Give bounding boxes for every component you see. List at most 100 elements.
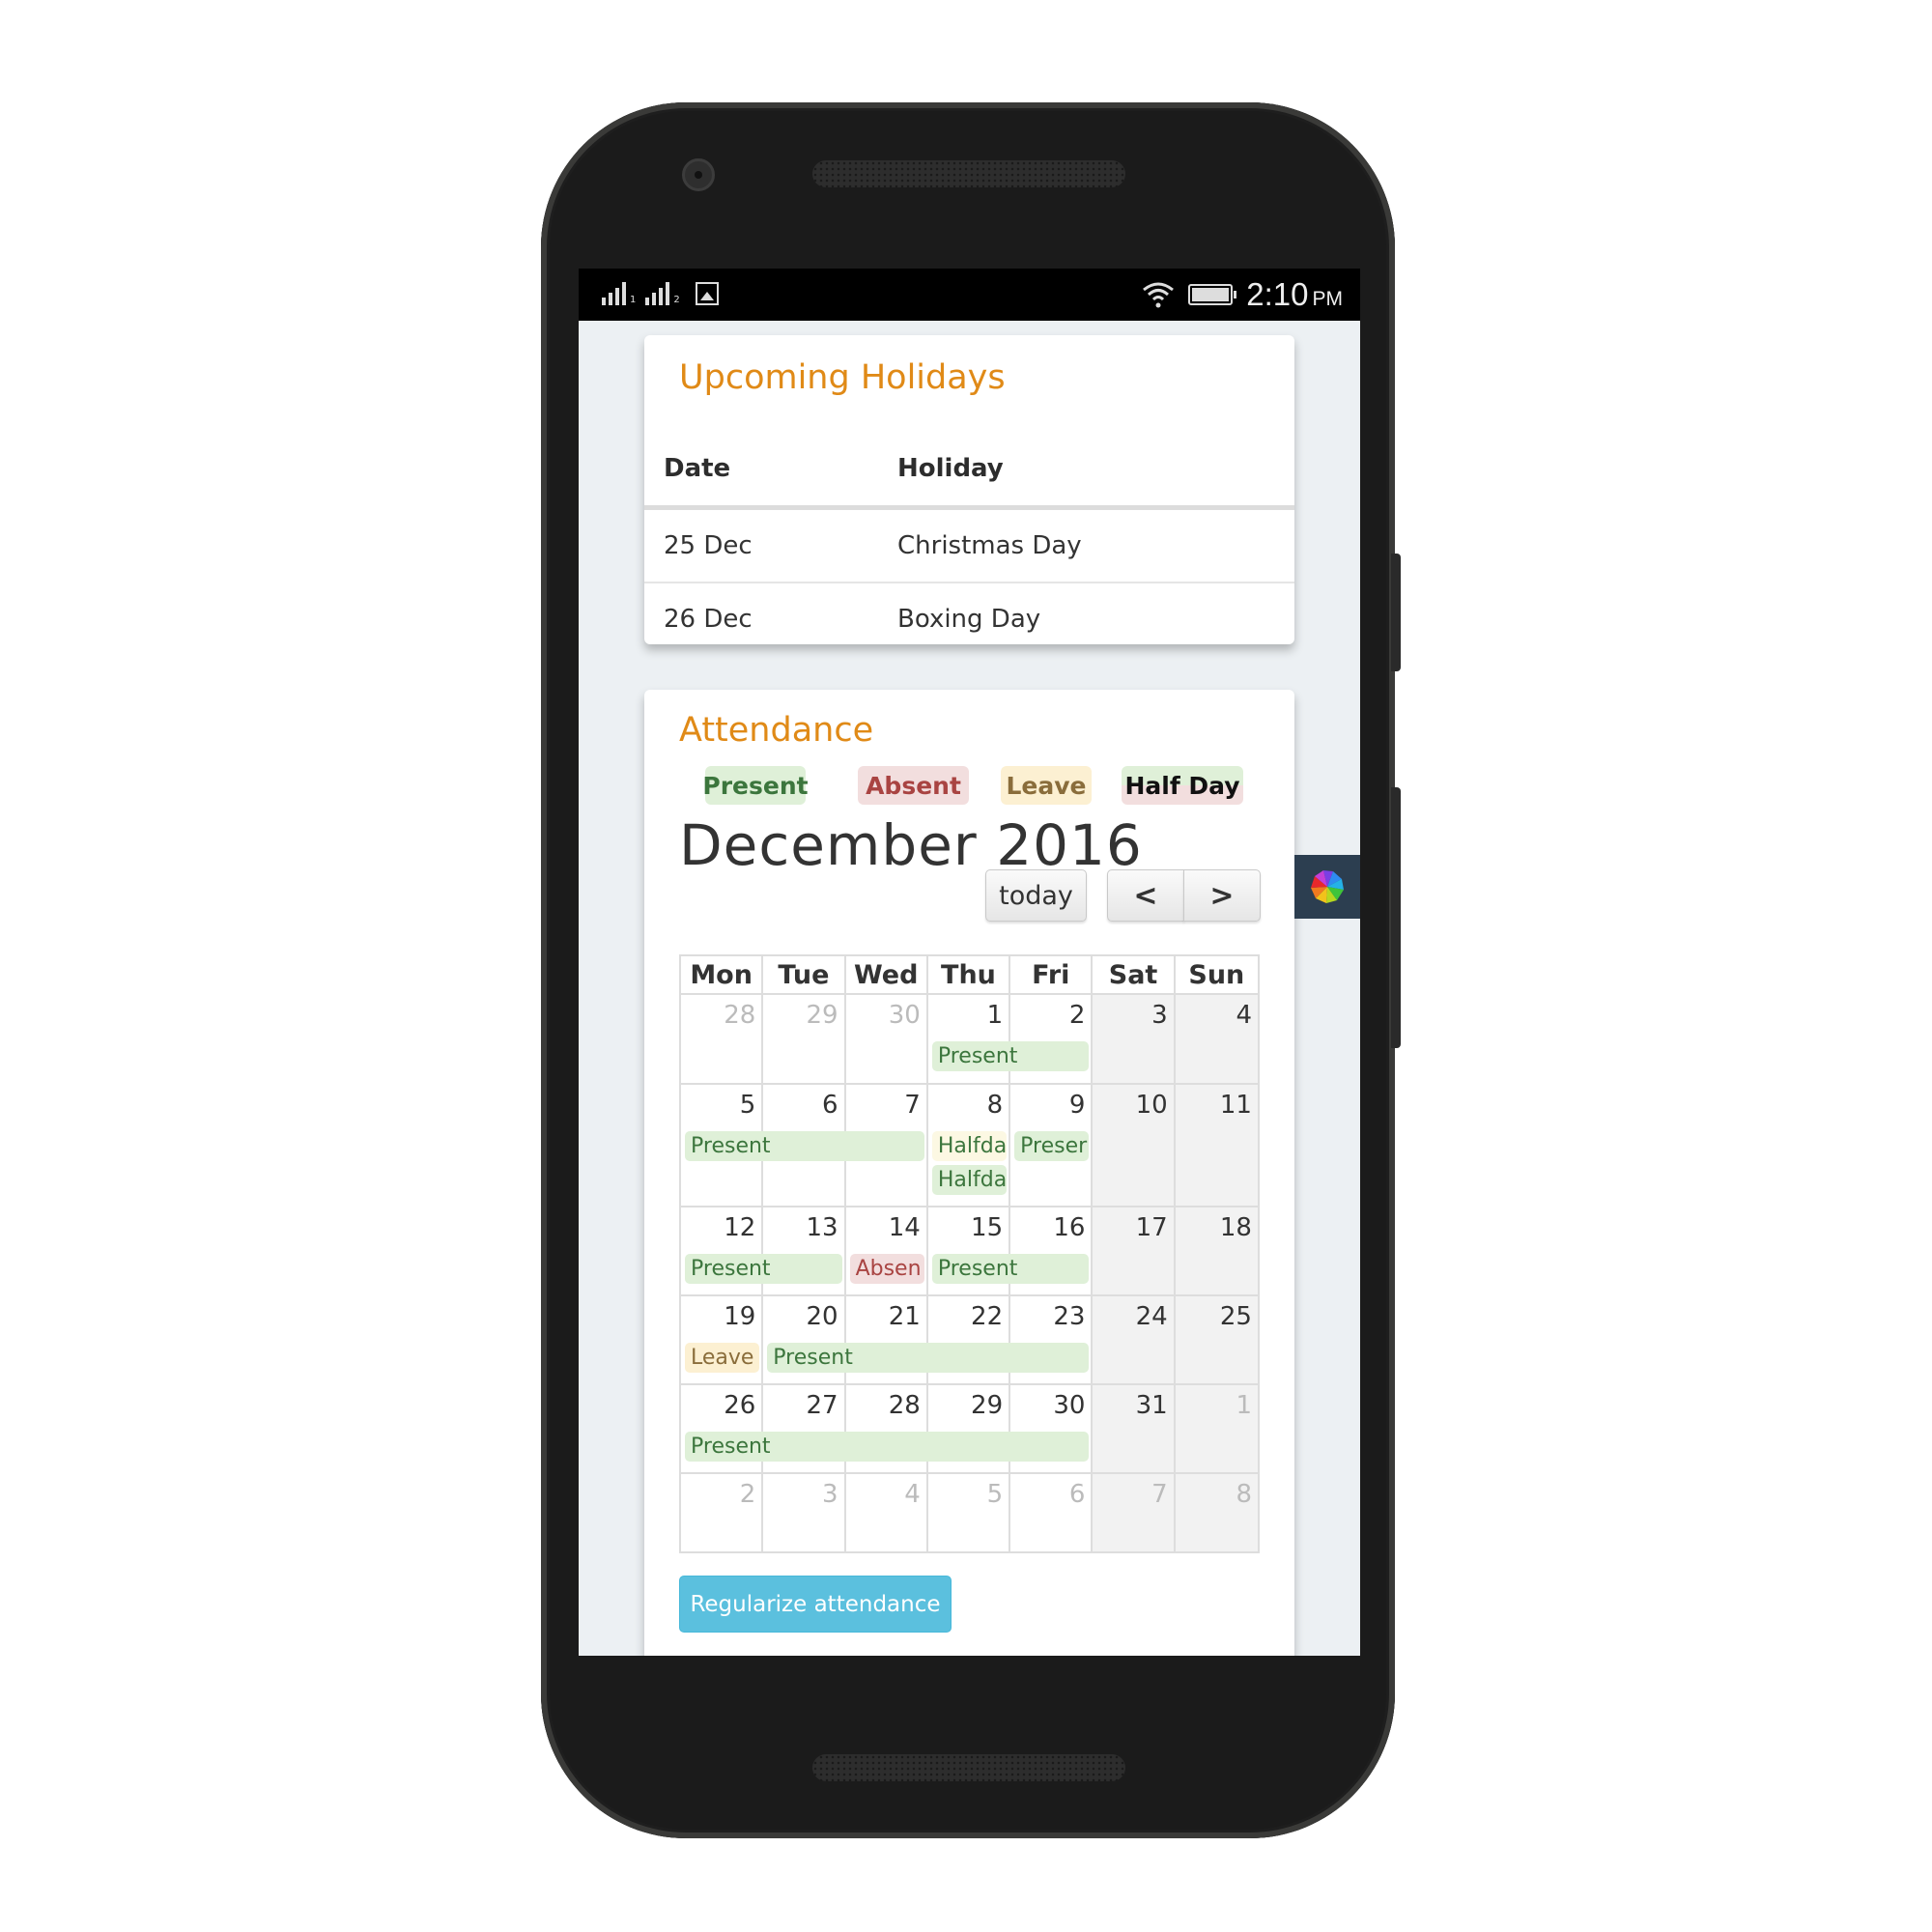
attendance-event-halfday[interactable]: Halfda <box>931 1131 1008 1161</box>
attendance-title: Attendance <box>679 711 874 750</box>
day-number: 3 <box>822 1480 838 1509</box>
regularize-attendance-button[interactable]: Regularize attendance <box>679 1576 952 1633</box>
attendance-event-leave[interactable]: Leave <box>685 1343 760 1373</box>
day-number: 5 <box>986 1480 1004 1509</box>
calendar-day-cell[interactable]: 24 <box>1093 1296 1176 1383</box>
calendar-week: 26 27 28 29 30 31 1 Present <box>681 1385 1258 1474</box>
calendar-day-cell[interactable]: 25 <box>1175 1296 1258 1383</box>
calendar-week: 5 6 7 8 9 10 11 Present Halfda Preser Halfda <box>681 1085 1258 1208</box>
status-bar: 1 2 2:10 PM <box>579 269 1360 321</box>
calendar-month-title: December 2016 <box>679 812 1143 878</box>
day-number: 10 <box>1135 1091 1168 1120</box>
day-number: 14 <box>888 1213 921 1242</box>
day-number: 30 <box>1053 1391 1086 1420</box>
attendance-event-absent[interactable]: Absen <box>849 1254 924 1284</box>
day-number: 25 <box>1219 1302 1252 1331</box>
legend-half-day: Half Day <box>1122 766 1243 805</box>
attendance-legend: Present Absent Leave Half Day <box>644 766 1294 807</box>
calendar-day-cell[interactable]: 10 <box>1093 1085 1176 1206</box>
sim1-label: 1 <box>630 295 637 305</box>
calendar-weekday-header: Mon Tue Wed Thu Fri Sat Sun <box>681 956 1258 995</box>
calendar-day-cell[interactable]: 7 <box>1093 1474 1176 1551</box>
holiday-name: Boxing Day <box>897 605 1041 634</box>
weekday-tue: Tue <box>763 956 846 993</box>
wifi-icon <box>1143 282 1175 308</box>
day-number: 4 <box>904 1480 921 1509</box>
calendar-day-cell[interactable]: 29 <box>763 995 846 1083</box>
day-number: 8 <box>1236 1480 1252 1509</box>
phone-screen: 1 2 2:10 PM Upcoming Holidays Date Holid… <box>579 269 1360 1656</box>
day-number: 2 <box>1068 1001 1086 1030</box>
weekday-sun: Sun <box>1188 959 1245 990</box>
calendar-week: 2 3 4 5 6 7 8 <box>681 1474 1258 1551</box>
calendar-week: 28 29 30 1 2 3 4 Present <box>681 995 1258 1085</box>
calendar-day-cell[interactable]: 6 <box>1010 1474 1094 1551</box>
attendance-event-halfday[interactable]: Halfda <box>931 1165 1008 1195</box>
holidays-title: Upcoming Holidays <box>679 358 1006 397</box>
attendance-event-present[interactable]: Present <box>931 1041 1090 1071</box>
day-number: 15 <box>971 1213 1004 1242</box>
sim2-label: 2 <box>673 295 680 305</box>
day-number: 3 <box>1151 1001 1168 1030</box>
day-number: 27 <box>806 1391 838 1420</box>
weekday-thu: Thu <box>928 956 1011 993</box>
calendar-day-cell[interactable]: 5 <box>928 1474 1011 1551</box>
day-number: 17 <box>1135 1213 1168 1242</box>
power-button <box>1391 554 1401 671</box>
attendance-calendar: Mon Tue Wed Thu Fri Sat Sun 28 29 30 1 2 3 4 Pr… <box>679 954 1260 1553</box>
calendar-day-cell[interactable]: 4 <box>846 1474 928 1551</box>
day-number: 9 <box>1068 1091 1086 1120</box>
day-number: 1 <box>1236 1391 1252 1420</box>
day-number: 6 <box>822 1091 838 1120</box>
day-number: 13 <box>806 1213 838 1242</box>
calendar-day-cell[interactable]: 3 <box>1093 995 1176 1083</box>
calendar-week: 19 20 21 22 23 24 25 Leave Present <box>681 1296 1258 1385</box>
calendar-day-cell[interactable]: 17 <box>1093 1208 1176 1294</box>
attendance-event-present[interactable]: Present <box>685 1131 924 1161</box>
day-number: 2 <box>739 1480 756 1509</box>
attendance-card: Attendance Present Absent Leave Half Day… <box>644 690 1294 1656</box>
day-number: 5 <box>739 1091 756 1120</box>
attendance-event-present[interactable]: Present <box>931 1254 1090 1284</box>
day-number: 26 <box>724 1391 756 1420</box>
attendance-event-present[interactable]: Present <box>685 1254 842 1284</box>
table-row: 26 Dec Boxing Day <box>644 583 1294 655</box>
calendar-day-cell[interactable]: 2 <box>681 1474 764 1551</box>
calendar-day-cell[interactable]: 8 <box>1175 1474 1258 1551</box>
day-number: 19 <box>724 1302 756 1331</box>
calendar-day-cell[interactable]: 28 <box>681 995 764 1083</box>
day-number: 24 <box>1135 1302 1168 1331</box>
floating-app-widget[interactable] <box>1294 855 1360 919</box>
day-number: 16 <box>1053 1213 1086 1242</box>
calendar-day-cell[interactable]: 3 <box>763 1474 846 1551</box>
calendar-day-cell[interactable]: 4 <box>1175 995 1258 1083</box>
prev-month-button[interactable]: < <box>1107 869 1184 922</box>
day-number: 23 <box>1053 1302 1086 1331</box>
clock-time: 2:10 <box>1246 276 1309 312</box>
calendar-day-cell[interactable]: 11 <box>1175 1085 1258 1206</box>
holidays-table-header: Date Holiday <box>644 432 1294 510</box>
today-button[interactable]: today <box>985 869 1087 922</box>
day-number: 28 <box>888 1391 921 1420</box>
day-number: 6 <box>1068 1480 1086 1509</box>
calendar-week: 12 13 14 15 16 17 18 Present Absen Present <box>681 1208 1258 1296</box>
calendar-day-cell[interactable]: 30 <box>846 995 928 1083</box>
day-number: 29 <box>806 1001 838 1030</box>
attendance-event-present[interactable]: Present <box>685 1432 1090 1462</box>
day-number: 7 <box>904 1091 921 1120</box>
calendar-day-cell[interactable]: 18 <box>1175 1208 1258 1294</box>
attendance-event-present[interactable]: Present <box>767 1343 1090 1373</box>
day-number: 21 <box>888 1302 921 1331</box>
bottom-speaker <box>812 1754 1125 1781</box>
attendance-event-present[interactable]: Preser <box>1014 1131 1090 1161</box>
pinwheel-app-icon <box>1311 870 1344 903</box>
day-number: 1 <box>986 1001 1004 1030</box>
calendar-day-cell[interactable]: 31 <box>1093 1385 1176 1472</box>
next-month-button[interactable]: > <box>1183 869 1261 922</box>
image-notification-icon <box>695 282 719 305</box>
calendar-day-cell[interactable]: 1 <box>1175 1385 1258 1472</box>
front-camera <box>682 158 715 191</box>
top-speaker <box>812 160 1125 187</box>
weekday-wed: Wed <box>846 956 928 993</box>
signal-sim1-icon: 1 <box>602 282 636 305</box>
